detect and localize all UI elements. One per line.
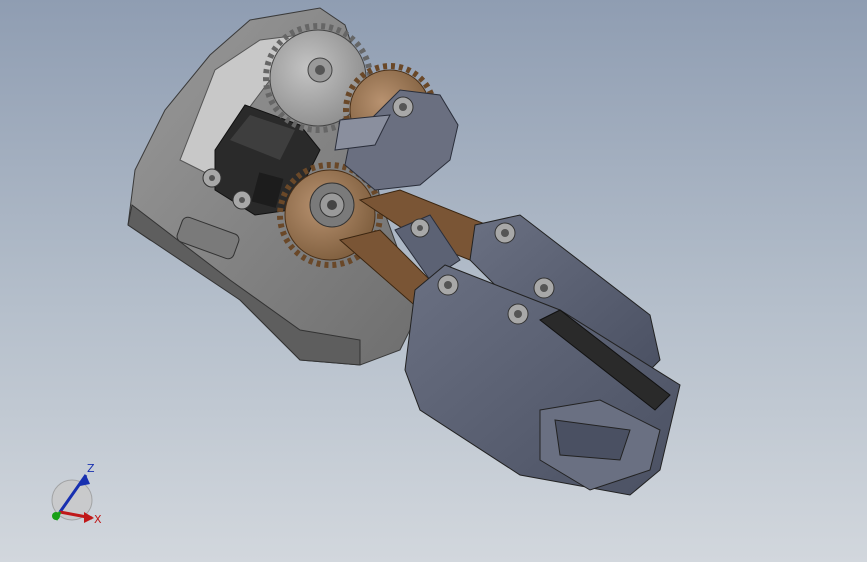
x-axis-label: X [94, 513, 102, 526]
x-axis-arrowhead [84, 512, 94, 523]
cad-viewport[interactable]: Z X [0, 0, 867, 562]
orientation-triad: Z X [51, 462, 102, 526]
y-axis-tip [52, 512, 60, 520]
z-axis-label: Z [87, 462, 95, 475]
gripper-assembly-model[interactable]: Z X [0, 0, 867, 562]
